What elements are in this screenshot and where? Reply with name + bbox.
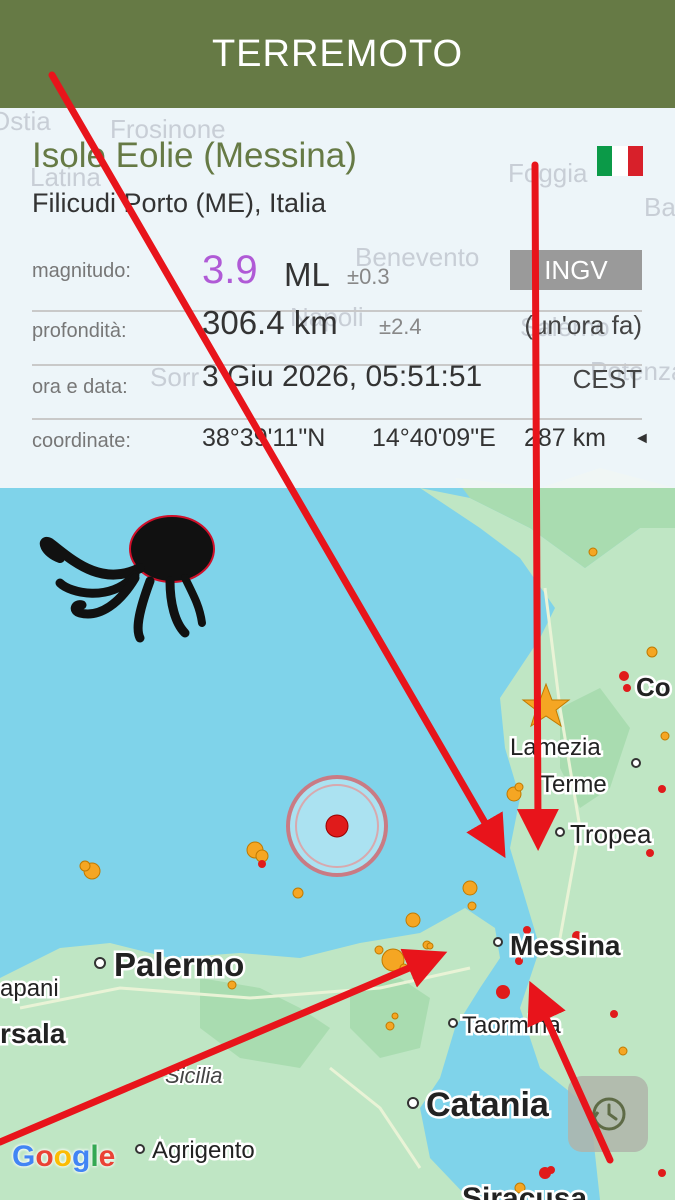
label-catania: Catania bbox=[426, 1086, 550, 1124]
label-lamezia: Lamezia bbox=[510, 734, 601, 761]
timezone: CEST bbox=[572, 364, 642, 394]
app-title: TERREMOTO bbox=[211, 32, 464, 75]
label-cosenza: Co bbox=[636, 672, 671, 702]
svg-text:Ostia: Ostia bbox=[0, 108, 51, 136]
label-taormina: Taormina bbox=[462, 1012, 561, 1039]
agency-badge[interactable]: INGV bbox=[510, 250, 642, 290]
label-marsala: rsala bbox=[0, 1018, 66, 1049]
latitude: 38°39'11"N bbox=[202, 424, 326, 452]
event-region: Isole Eolie (Messina) bbox=[32, 136, 357, 175]
coordinates-row: coordinate: 38°39'11"N 14°40'09"E 287 km… bbox=[32, 424, 650, 478]
label-terme: Terme bbox=[540, 771, 607, 798]
datetime-label: ora e data: bbox=[32, 376, 128, 398]
main-event-marker[interactable] bbox=[286, 775, 388, 877]
event-info-panel[interactable]: Ostia Frosinone Latina Foggia Ba Beneven… bbox=[0, 108, 675, 488]
depth-label: profondità: bbox=[32, 320, 127, 342]
google-attribution: Google bbox=[12, 1140, 116, 1173]
app-bar: TERREMOTO bbox=[0, 0, 675, 108]
depth-row: profondità: 306.4 km ±2.4 (un'ora fa) bbox=[32, 304, 642, 366]
coordinates-label: coordinate: bbox=[32, 430, 131, 452]
depth-value: 306.4 km bbox=[202, 304, 338, 341]
datetime-value: 3 Giu 2026, 05:51:51 bbox=[202, 360, 483, 393]
label-siracusa: Siracusa bbox=[462, 1182, 587, 1200]
history-icon bbox=[588, 1097, 626, 1131]
magnitude-type: ML bbox=[284, 256, 330, 293]
svg-text:Ba: Ba bbox=[644, 192, 675, 222]
label-messina: Messina bbox=[510, 930, 621, 961]
magnitude-value: 3.9 bbox=[202, 248, 258, 292]
time-ago: (un'ora fa) bbox=[524, 310, 642, 340]
magnitude-label: magnitudo: bbox=[32, 260, 131, 282]
depth-error: ±2.4 bbox=[379, 314, 422, 339]
direction-arrow-icon: ◄ bbox=[634, 430, 650, 447]
svg-text:Foggia: Foggia bbox=[508, 158, 588, 188]
history-button[interactable] bbox=[568, 1076, 648, 1152]
label-trapani: apani bbox=[0, 975, 59, 1002]
distance: 287 km bbox=[524, 424, 606, 452]
longitude: 14°40'09"E bbox=[372, 424, 496, 452]
datetime-row: ora e data: 3 Giu 2026, 05:51:51 CEST bbox=[32, 360, 642, 420]
label-tropea: Tropea bbox=[570, 819, 652, 849]
label-sicilia: Sicilia bbox=[165, 1063, 222, 1088]
magnitude-error: ±0.3 bbox=[347, 264, 390, 289]
label-palermo: Palermo bbox=[114, 946, 244, 983]
event-place: Filicudi Porto (ME), Italia bbox=[32, 188, 327, 218]
label-agrigento: Agrigento bbox=[152, 1137, 255, 1164]
italy-flag-icon bbox=[597, 146, 643, 176]
